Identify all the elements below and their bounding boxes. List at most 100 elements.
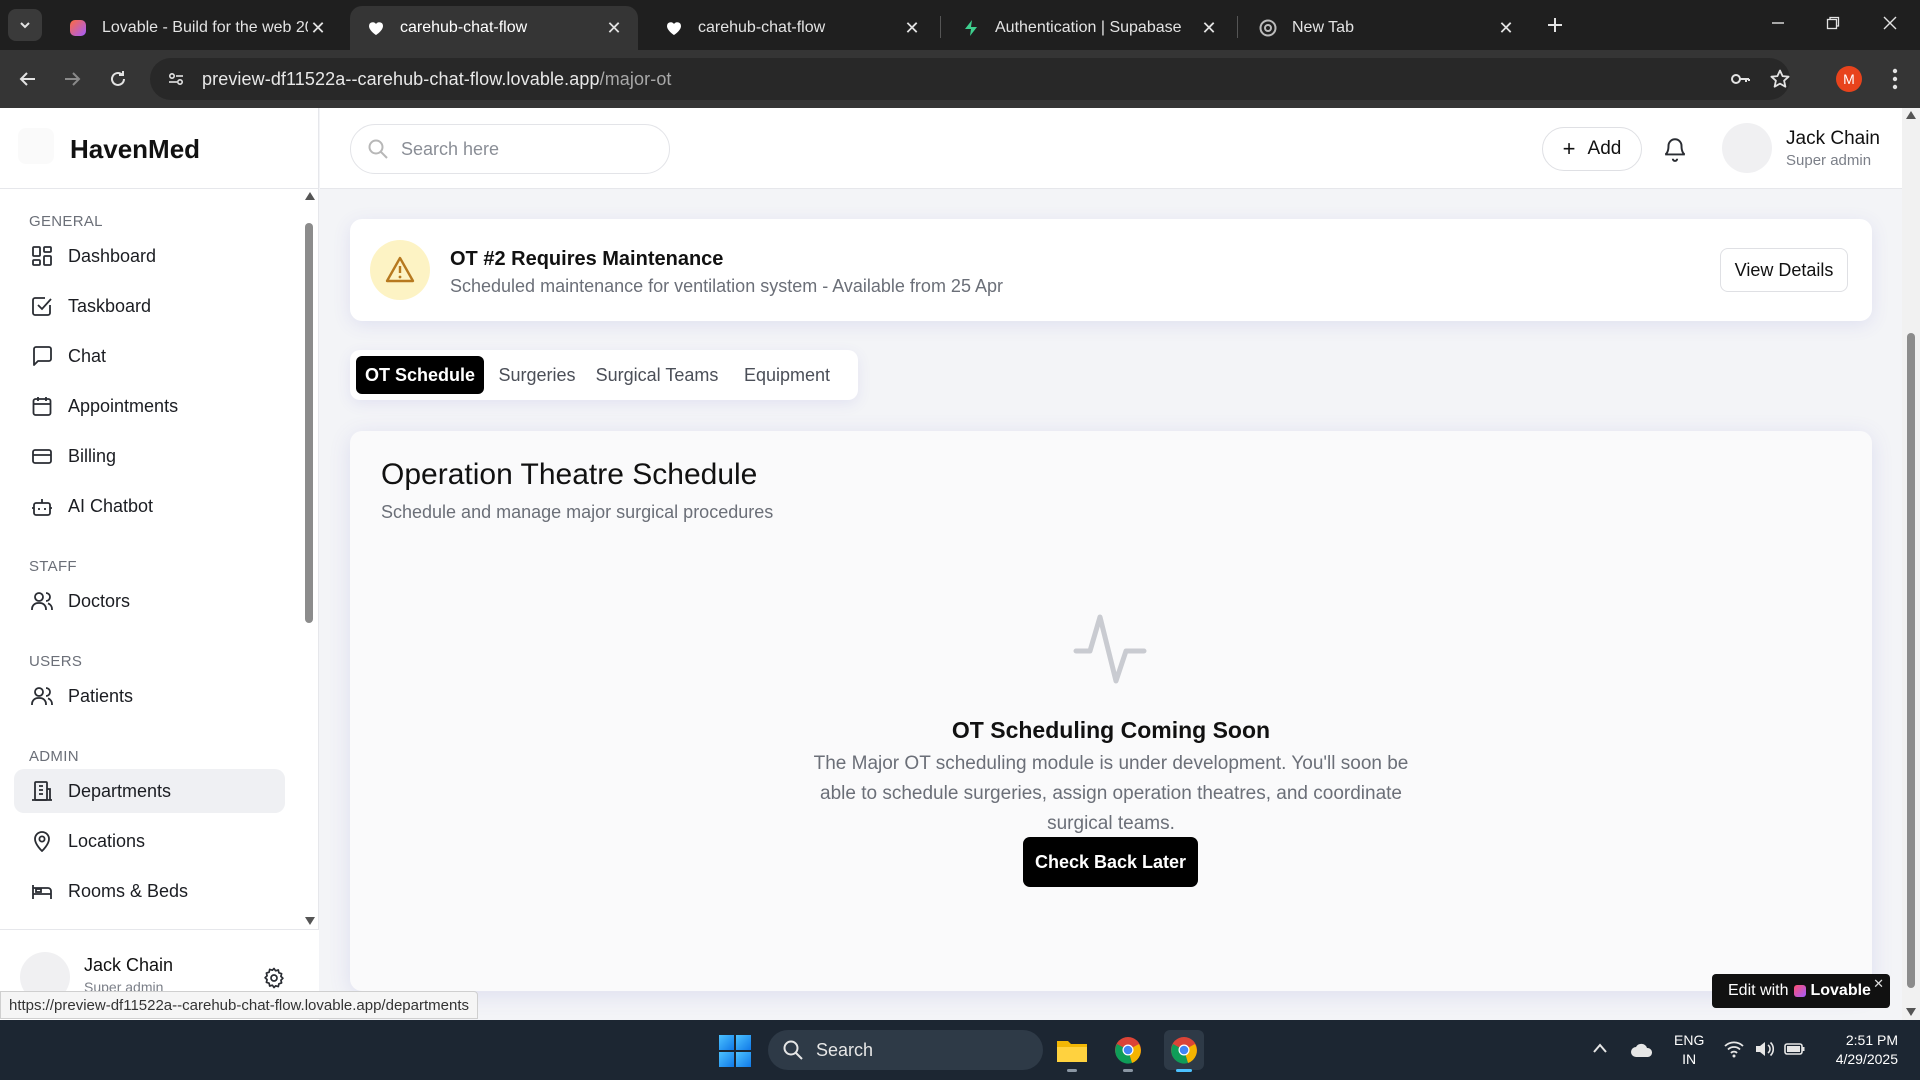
- section-users: USERS: [29, 653, 83, 670]
- browser-tabstrip: Lovable - Build for the web 20x ✕ carehu…: [0, 0, 1920, 50]
- close-tab-icon[interactable]: ✕: [1496, 18, 1516, 38]
- sidebar-item-ai-chatbot[interactable]: AI Chatbot: [14, 484, 285, 528]
- dashboard-icon: [30, 244, 54, 268]
- battery-charging-icon[interactable]: [1784, 1041, 1806, 1057]
- maintenance-alert: OT #2 Requires Maintenance Scheduled mai…: [350, 219, 1872, 321]
- chrome-active-icon[interactable]: [1164, 1030, 1204, 1072]
- sidebar-item-dashboard[interactable]: Dashboard: [14, 234, 285, 278]
- new-tab-plus-icon[interactable]: [1542, 12, 1568, 38]
- sidebar-nav: GENERAL Dashboard Taskboard Chat Appoint…: [0, 189, 300, 929]
- tab-title: carehub-chat-flow: [698, 19, 826, 36]
- search-icon: [783, 1040, 803, 1060]
- avatar[interactable]: [1722, 123, 1772, 173]
- close-tab-icon[interactable]: ✕: [308, 18, 328, 38]
- chevron-up-icon[interactable]: [1592, 1042, 1608, 1054]
- sidebar-item-locations[interactable]: Locations: [14, 819, 285, 863]
- browser-tab-4[interactable]: Authentication | Supabase ✕: [945, 6, 1233, 50]
- sidebar-item-taskboard[interactable]: Taskboard: [14, 284, 285, 328]
- browser-tab-1[interactable]: Lovable - Build for the web 20x ✕: [52, 6, 342, 50]
- tab-equipment[interactable]: Equipment: [732, 356, 842, 394]
- windows-start-icon[interactable]: [719, 1035, 751, 1067]
- browser-tab-3[interactable]: carehub-chat-flow ✕: [648, 6, 936, 50]
- app-header: Search here + Add Jack Chain Super admin: [320, 108, 1902, 189]
- taskbar-search[interactable]: Search: [768, 1030, 1043, 1070]
- system-clock[interactable]: 2:51 PM 4/29/2025: [1826, 1031, 1898, 1069]
- empty-state-title: OT Scheduling Coming Soon: [951, 717, 1271, 743]
- header-user-role: Super admin: [1786, 152, 1872, 169]
- credit-card-icon: [30, 444, 54, 468]
- supabase-favicon-icon: [961, 18, 981, 38]
- tab-title: Lovable - Build for the web 20x: [102, 19, 308, 36]
- section-admin: ADMIN: [29, 748, 79, 765]
- scroll-down-arrow-icon[interactable]: [304, 916, 316, 926]
- password-key-icon[interactable]: [1724, 63, 1756, 95]
- close-tab-icon[interactable]: ✕: [1199, 18, 1219, 38]
- onedrive-cloud-icon[interactable]: [1630, 1042, 1654, 1058]
- scroll-up-arrow-icon[interactable]: [304, 191, 316, 201]
- sidebar-item-billing[interactable]: Billing: [14, 434, 285, 478]
- sidebar-scrollbar[interactable]: [300, 189, 319, 929]
- search-icon: [368, 139, 388, 159]
- gear-icon[interactable]: [262, 966, 286, 990]
- check-back-later-button[interactable]: Check Back Later: [1023, 837, 1198, 887]
- user-name: Jack Chain: [84, 955, 174, 975]
- view-details-button[interactable]: View Details: [1720, 248, 1848, 292]
- tab-ot-schedule[interactable]: OT Schedule: [356, 356, 484, 394]
- sidebar-item-rooms-beds[interactable]: Rooms & Beds: [14, 869, 285, 913]
- page-scrollbar[interactable]: [1902, 108, 1920, 1020]
- lovable-heart-icon: [1794, 985, 1807, 997]
- bookmark-star-icon[interactable]: [1764, 63, 1796, 95]
- file-explorer-icon[interactable]: [1052, 1030, 1092, 1072]
- browser-toolbar: preview-df11522a--carehub-chat-flow.lova…: [0, 50, 1920, 108]
- ot-tabs: OT Schedule Surgeries Surgical Teams Equ…: [350, 350, 858, 400]
- browser-tab-2[interactable]: carehub-chat-flow ✕: [350, 6, 638, 50]
- calendar-icon: [30, 394, 54, 418]
- close-tab-icon[interactable]: ✕: [604, 18, 624, 38]
- bell-icon[interactable]: [1662, 136, 1688, 162]
- browser-tab-5[interactable]: New Tab ✕: [1242, 6, 1530, 50]
- sidebar-item-doctors[interactable]: Doctors: [14, 579, 285, 623]
- chrome-profile-icon[interactable]: [1108, 1030, 1148, 1072]
- search-placeholder: Search here: [401, 138, 500, 159]
- forward-arrow-icon[interactable]: [56, 63, 88, 95]
- profile-avatar[interactable]: M: [1836, 66, 1862, 92]
- sidebar-item-departments[interactable]: Departments: [14, 769, 285, 813]
- page-scroll-thumb[interactable]: [1907, 333, 1915, 988]
- restore-window-icon[interactable]: [1803, 0, 1863, 46]
- plus-icon: +: [1562, 136, 1576, 161]
- web-viewport: HavenMed GENERAL Dashboard Taskboard Cha…: [0, 108, 1902, 1020]
- edit-with-lovable-badge[interactable]: Edit with Lovable ✕: [1712, 974, 1890, 1008]
- sidebar-item-appointments[interactable]: Appointments: [14, 384, 285, 428]
- site-info-icon[interactable]: [156, 63, 196, 95]
- reload-icon[interactable]: [102, 63, 134, 95]
- brand-header: HavenMed: [0, 108, 319, 189]
- add-button[interactable]: + Add: [1542, 127, 1642, 171]
- sidebar-item-patients[interactable]: Patients: [14, 674, 285, 718]
- alert-title: OT #2 Requires Maintenance: [450, 248, 724, 270]
- close-window-icon[interactable]: [1860, 0, 1920, 46]
- more-menu-icon[interactable]: [1880, 64, 1910, 94]
- section-general: GENERAL: [29, 213, 103, 230]
- heart-favicon-icon: [664, 18, 684, 38]
- scroll-down-arrow-icon[interactable]: [1906, 1008, 1916, 1016]
- chat-icon: [30, 344, 54, 368]
- speaker-volume-icon[interactable]: [1754, 1040, 1774, 1058]
- sidebar-item-chat[interactable]: Chat: [14, 334, 285, 378]
- alert-subtitle: Scheduled maintenance for ventilation sy…: [450, 276, 1003, 296]
- tab-surgical-teams[interactable]: Surgical Teams: [590, 356, 724, 394]
- search-input[interactable]: Search here: [350, 124, 670, 174]
- scroll-up-arrow-icon[interactable]: [1906, 111, 1916, 119]
- wifi-icon[interactable]: [1724, 1040, 1744, 1058]
- back-arrow-icon[interactable]: [12, 63, 44, 95]
- chevron-down-icon: [20, 22, 30, 29]
- sidebar-scroll-thumb[interactable]: [305, 223, 313, 623]
- close-tab-icon[interactable]: ✕: [902, 18, 922, 38]
- minimize-window-icon[interactable]: [1748, 0, 1808, 46]
- section-staff: STAFF: [29, 558, 77, 575]
- tab-search-button[interactable]: [8, 9, 42, 41]
- address-bar[interactable]: preview-df11522a--carehub-chat-flow.lova…: [150, 58, 1790, 100]
- tab-surgeries[interactable]: Surgeries: [492, 356, 582, 394]
- sidebar: HavenMed GENERAL Dashboard Taskboard Cha…: [0, 108, 319, 1020]
- close-icon[interactable]: ✕: [1873, 976, 1884, 992]
- language-indicator[interactable]: ENG IN: [1674, 1031, 1704, 1069]
